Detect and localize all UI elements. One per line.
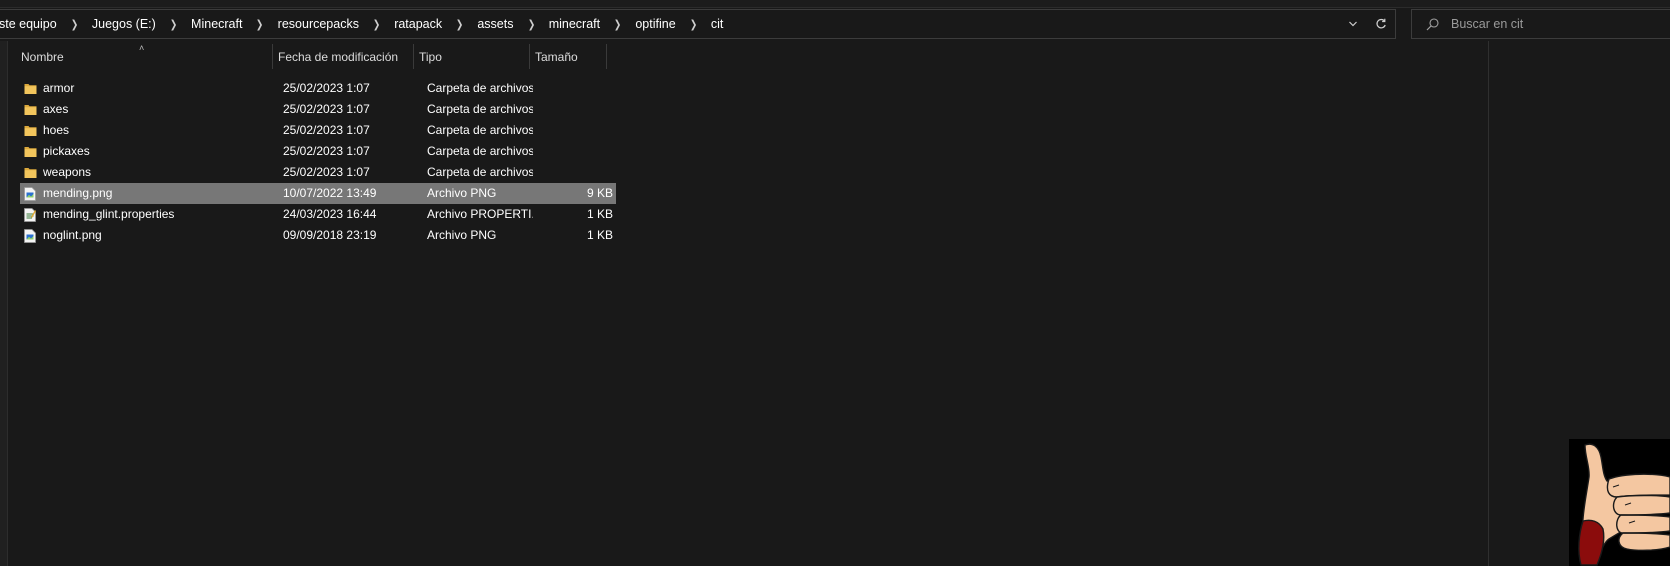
column-header-name[interactable]: Nombre <box>16 44 273 69</box>
file-size <box>538 120 613 141</box>
details-pane-divider[interactable] <box>1488 41 1489 566</box>
file-row[interactable]: noglint.png 09/09/2018 23:19 Archivo PNG 1 … <box>20 225 616 246</box>
file-type: Archivo PROPERTI... <box>427 207 533 221</box>
file-size <box>538 78 613 99</box>
file-type: Archivo PNG <box>427 228 497 242</box>
file-size <box>538 99 613 120</box>
thumbs-up-sticker <box>1569 439 1670 566</box>
file-name: mending_glint.properties <box>43 207 175 221</box>
file-name: pickaxes <box>43 144 90 158</box>
breadcrumb-separator-chevron-icon[interactable]: ❯ <box>607 18 629 31</box>
file-size <box>538 141 613 162</box>
file-size: 1 KB <box>586 207 613 221</box>
breadcrumb-cit[interactable]: cit <box>707 17 728 31</box>
refresh-button[interactable] <box>1367 10 1395 38</box>
breadcrumb-separator-chevron-icon[interactable]: ❯ <box>682 18 704 31</box>
chevron-down-icon <box>1349 21 1357 27</box>
breadcrumb-separator-chevron-icon[interactable]: ❯ <box>63 18 85 31</box>
window-top-strip <box>0 0 1670 8</box>
address-bar[interactable]: ste equipo ❯ Juegos (E:) ❯ Minecraft ❯ resourc… <box>0 9 1396 39</box>
breadcrumb-separator-chevron-icon[interactable]: ❯ <box>366 18 388 31</box>
breadcrumb-este-equipo[interactable]: ste equipo <box>0 17 61 31</box>
folder-icon <box>24 78 38 99</box>
png-file-icon <box>24 183 38 204</box>
file-row[interactable]: hoes 25/02/2023 1:07 Carpeta de archivos <box>20 120 616 141</box>
breadcrumb-minecraft-sub[interactable]: minecraft <box>545 17 604 31</box>
file-type: Carpeta de archivos <box>427 123 533 137</box>
breadcrumb-separator-chevron-icon[interactable]: ❯ <box>249 18 271 31</box>
navigation-pane-edge[interactable] <box>0 41 8 566</box>
file-type: Carpeta de archivos <box>427 165 533 179</box>
address-bar-actions <box>1339 10 1395 38</box>
search-box[interactable] <box>1411 9 1670 39</box>
file-name: armor <box>43 81 75 95</box>
file-type: Carpeta de archivos <box>427 144 533 158</box>
column-header-name-label: Nombre <box>21 49 64 64</box>
breadcrumb-minecraft[interactable]: Minecraft <box>187 17 246 31</box>
file-size: 1 KB <box>586 228 613 242</box>
file-type: Archivo PNG <box>427 186 497 200</box>
file-list-pane: ˄ Nombre Fecha de modificación Tipo Tama… <box>0 41 1670 566</box>
file-date: 10/07/2022 13:49 <box>283 186 377 200</box>
file-date: 25/02/2023 1:07 <box>283 81 370 95</box>
column-header-type[interactable]: Tipo <box>414 44 530 69</box>
breadcrumb-separator-chevron-icon[interactable]: ❯ <box>449 18 471 31</box>
breadcrumb-separator-chevron-icon[interactable]: ❯ <box>520 18 542 31</box>
breadcrumb-optifine[interactable]: optifine <box>631 17 679 31</box>
search-icon <box>1426 17 1439 30</box>
file-name: mending.png <box>43 186 113 200</box>
file-name: weapons <box>43 165 92 179</box>
breadcrumb-separator-chevron-icon[interactable]: ❯ <box>163 18 185 31</box>
folder-icon <box>24 120 38 141</box>
address-history-dropdown-button[interactable] <box>1339 10 1367 38</box>
properties-file-icon <box>24 204 38 225</box>
file-name: noglint.png <box>43 228 102 242</box>
file-row[interactable]: pickaxes 25/02/2023 1:07 Carpeta de archiv… <box>20 141 616 162</box>
file-row[interactable]: mending.png 10/07/2022 13:49 Archivo PNG 9 … <box>20 183 616 204</box>
column-header-size-label: Tamaño <box>535 49 578 64</box>
file-row[interactable]: weapons 25/02/2023 1:07 Carpeta de archivo… <box>20 162 616 183</box>
file-row[interactable]: armor 25/02/2023 1:07 Carpeta de archivos <box>20 78 616 99</box>
file-name: axes <box>43 102 69 116</box>
file-type: Carpeta de archivos <box>427 102 533 116</box>
file-size <box>538 162 613 183</box>
file-row[interactable]: axes 25/02/2023 1:07 Carpeta de archivos <box>20 99 616 120</box>
breadcrumb: ste equipo ❯ Juegos (E:) ❯ Minecraft ❯ resourc… <box>0 10 727 38</box>
folder-icon <box>24 99 38 120</box>
file-size: 9 KB <box>586 186 613 200</box>
file-name: hoes <box>43 123 70 137</box>
png-file-icon <box>24 225 38 246</box>
breadcrumb-resourcepacks[interactable]: resourcepacks <box>274 17 363 31</box>
column-header-type-label: Tipo <box>419 49 442 64</box>
folder-icon <box>24 141 38 162</box>
column-header-date[interactable]: Fecha de modificación <box>273 44 414 69</box>
file-date: 25/02/2023 1:07 <box>283 165 370 179</box>
breadcrumb-juegos[interactable]: Juegos (E:) <box>88 17 160 31</box>
column-header-size[interactable]: Tamaño <box>530 44 607 69</box>
breadcrumb-ratapack[interactable]: ratapack <box>390 17 446 31</box>
file-type: Carpeta de archivos <box>427 81 533 95</box>
file-row[interactable]: mending_glint.properties 24/03/2023 16:44… <box>20 204 616 225</box>
file-date: 25/02/2023 1:07 <box>283 123 370 137</box>
breadcrumb-assets[interactable]: assets <box>473 17 517 31</box>
file-date: 24/03/2023 16:44 <box>283 207 377 221</box>
refresh-icon <box>1376 18 1386 29</box>
column-header-date-label: Fecha de modificación <box>278 49 399 64</box>
file-date: 25/02/2023 1:07 <box>283 144 370 158</box>
thumbs-up-icon <box>1569 439 1670 566</box>
folder-icon <box>24 162 38 183</box>
file-date: 09/09/2018 23:19 <box>283 228 377 242</box>
file-list: armor 25/02/2023 1:07 Carpeta de archivos a… <box>20 78 616 246</box>
file-date: 25/02/2023 1:07 <box>283 102 370 116</box>
search-input[interactable] <box>1451 17 1651 31</box>
